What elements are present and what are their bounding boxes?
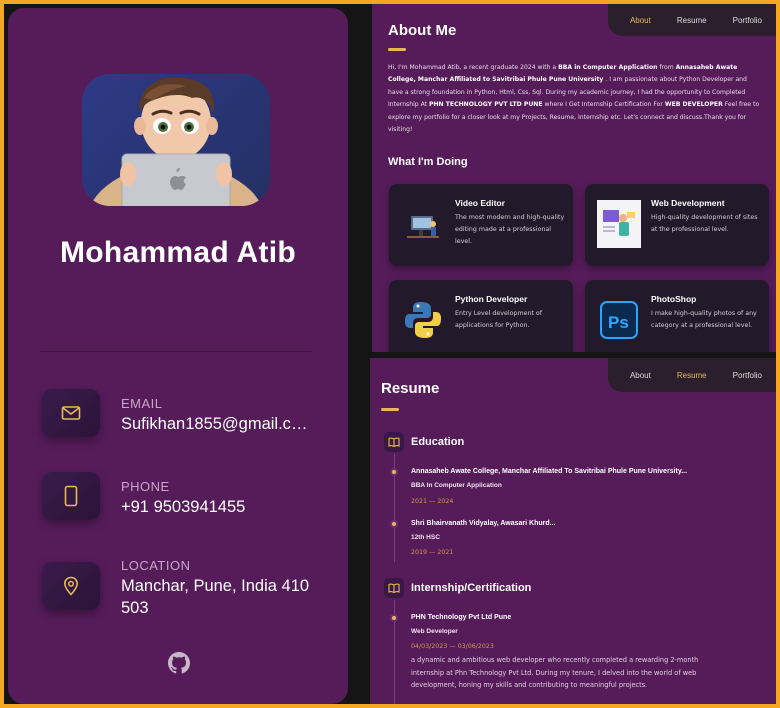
memoji-avatar-icon: [90, 77, 262, 206]
service-card-web: Web Development High-quality development…: [585, 184, 769, 266]
service-title: PhotoShop: [651, 294, 697, 304]
service-card-photoshop: Ps PhotoShop I make high-quality photos …: [585, 280, 769, 352]
email-link[interactable]: Sufikhan1855@gmail.com: [121, 413, 309, 435]
nav-about[interactable]: About: [630, 371, 651, 380]
about-title-underline: [388, 48, 406, 51]
nav-about[interactable]: About: [630, 16, 651, 25]
profile-name: Mohammad Atib: [59, 236, 297, 269]
service-title: Video Editor: [455, 198, 505, 208]
web-development-icon: [597, 200, 641, 248]
profile-sidebar: Mohammad Atib EMAIL Sufikhan1855@gmail.c…: [8, 8, 348, 704]
location-value: Manchar, Pune, India 410 503: [121, 577, 310, 617]
about-panel: About Resume Portfolio About Me Hi, I'm …: [372, 4, 776, 352]
about-title: About Me: [388, 22, 457, 39]
internship-description: a dynamic and ambitious web developer wh…: [411, 656, 699, 689]
video-editor-icon: [401, 200, 445, 248]
github-icon[interactable]: [168, 652, 190, 674]
education-degree: BBA In Computer Application: [411, 482, 502, 489]
service-card-video: Video Editor The most modern and high-qu…: [389, 184, 573, 266]
internship-role: Web Developer: [411, 628, 458, 635]
education-school: Annasaheb Awate College, Manchar Affilia…: [411, 468, 688, 475]
location-label: LOCATION: [121, 558, 191, 573]
nav-portfolio[interactable]: Portfolio: [733, 16, 762, 25]
timeline-dot: [392, 616, 396, 620]
timeline-dot: [392, 470, 396, 474]
nav-resume[interactable]: Resume: [677, 16, 707, 25]
mail-icon: [42, 389, 100, 437]
doing-title: What I'm Doing: [388, 156, 468, 168]
service-text: The most modern and high-quality editing…: [455, 214, 565, 245]
internship-title: Internship/Certification: [411, 582, 532, 594]
email-label: EMAIL: [121, 396, 163, 411]
internship-date: 04/03/2023 — 03/06/2023: [411, 643, 494, 650]
resume-panel: About Resume Portfolio Resume Education …: [370, 358, 776, 704]
sidebar-divider: [40, 351, 312, 352]
photoshop-icon: Ps: [597, 296, 641, 344]
service-title: Python Developer: [455, 294, 528, 304]
resume-title: Resume: [381, 380, 440, 397]
service-text: I make high-quality photos of any catego…: [651, 310, 757, 329]
timeline-dot: [392, 522, 396, 526]
phone-icon: [42, 472, 100, 520]
navbar: About Resume Portfolio: [607, 358, 776, 392]
nav-resume[interactable]: Resume: [677, 371, 707, 380]
education-date: 2021 — 2024: [411, 498, 454, 505]
book-icon: [384, 578, 404, 598]
service-text: Entry Level development of applications …: [455, 310, 542, 329]
education-title: Education: [411, 436, 465, 448]
internship-company: PHN Technology Pvt Ltd Pune: [411, 614, 512, 621]
education-date: 2019 — 2021: [411, 549, 454, 556]
navbar: About Resume Portfolio: [607, 4, 776, 36]
phone-label: PHONE: [121, 479, 170, 494]
book-icon: [384, 432, 404, 452]
svg-text:Ps: Ps: [608, 313, 629, 332]
about-paragraph: Hi, I'm Mohammad Atib, a recent graduate…: [388, 64, 760, 134]
service-card-python: Python Developer Entry Level development…: [389, 280, 573, 352]
education-degree: 12th HSC: [411, 534, 440, 541]
phone-link[interactable]: +91 9503941455: [121, 496, 321, 518]
python-icon: [401, 296, 445, 344]
education-school: Shri Bhairvanath Vidyalay, Awasari Khurd…: [411, 520, 556, 527]
service-title: Web Development: [651, 198, 725, 208]
location-pin-icon: [42, 562, 100, 610]
service-text: High-quality development of sites at the…: [651, 214, 758, 233]
resume-title-underline: [381, 408, 399, 411]
nav-portfolio[interactable]: Portfolio: [733, 371, 762, 380]
avatar: [82, 74, 270, 206]
screenshot-frame: Mohammad Atib EMAIL Sufikhan1855@gmail.c…: [4, 4, 776, 704]
